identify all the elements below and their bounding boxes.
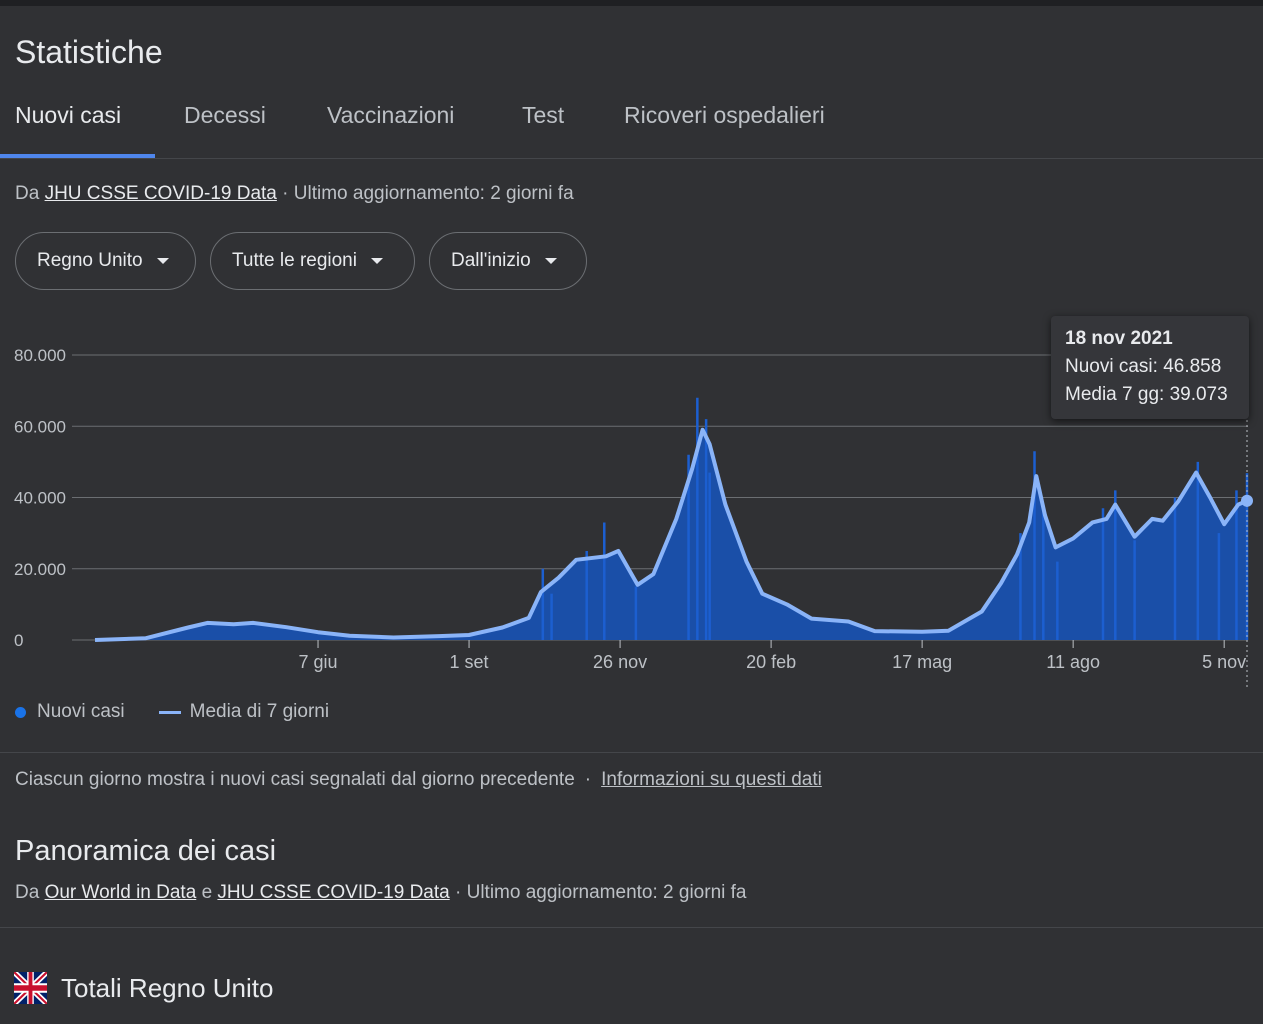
x-tick-label: 5 nov xyxy=(1202,652,1246,672)
x-tick-label: 11 ago xyxy=(1046,652,1100,672)
tab-ricoveri[interactable]: Ricoveri ospedalieri xyxy=(624,102,825,129)
chart-tooltip: 18 nov 2021 Nuovi casi: 46.858 Media 7 g… xyxy=(1051,316,1249,419)
totals-header[interactable]: Totali Regno Unito xyxy=(14,972,273,1004)
note-separator: · xyxy=(584,769,592,790)
dropdown-arrow-icon xyxy=(156,258,169,264)
legend-cases: Nuovi casi xyxy=(37,701,125,722)
uk-flag-icon xyxy=(14,972,47,1004)
jhu-link[interactable]: JHU CSSE COVID-19 Data xyxy=(217,882,449,903)
tab-decessi[interactable]: Decessi xyxy=(184,102,266,129)
source-prefix: Da xyxy=(15,183,40,204)
overview-title: Panoramica dei casi xyxy=(15,835,277,867)
totals-label: Totali Regno Unito xyxy=(61,972,274,1003)
divider xyxy=(0,927,1263,928)
x-tick-label: 17 mag xyxy=(892,652,952,672)
dropdown-arrow-icon xyxy=(544,258,557,264)
legend-avg: Media di 7 giorni xyxy=(189,701,330,722)
period-dropdown-label: Dall'inizio xyxy=(451,250,531,271)
overview-source-prefix: Da xyxy=(15,882,40,903)
dropdown-arrow-icon xyxy=(370,258,383,264)
overview-conjunction: e xyxy=(201,882,213,903)
source-link[interactable]: JHU CSSE COVID-19 Data xyxy=(45,183,277,204)
y-tick-label: 20.000 xyxy=(14,560,66,579)
page-title: Statistiche xyxy=(15,34,163,70)
country-dropdown-label: Regno Unito xyxy=(37,250,143,271)
x-tick-label: 20 feb xyxy=(746,652,796,672)
active-tab-indicator xyxy=(0,154,155,158)
chart-note: Ciascun giorno mostra i nuovi casi segna… xyxy=(15,769,822,791)
source-updated: · Ultimo aggiornamento: 2 giorni fa xyxy=(282,183,574,204)
cases-legend-dot-icon xyxy=(15,706,26,718)
tab-vaccinazioni[interactable]: Vaccinazioni xyxy=(327,102,454,129)
tab-test[interactable]: Test xyxy=(522,102,564,129)
tooltip-date: 18 nov 2021 xyxy=(1065,328,1173,349)
top-bar xyxy=(0,0,1263,6)
overview-source: Da Our World in Data e JHU CSSE COVID-19… xyxy=(15,882,746,904)
tab-bar: Nuovi casi Decessi Vaccinazioni Test Ric… xyxy=(0,95,1263,159)
x-tick-label: 26 nov xyxy=(593,652,647,672)
data-source: Da JHU CSSE COVID-19 Data · Ultimo aggio… xyxy=(15,183,574,205)
x-tick-label: 7 giu xyxy=(299,652,338,672)
overview-updated: · Ultimo aggiornamento: 2 giorni fa xyxy=(455,882,747,903)
region-dropdown[interactable]: Tutte le regioni xyxy=(210,232,415,290)
data-info-link[interactable]: Informazioni su questi dati xyxy=(601,769,822,790)
chart-legend: Nuovi casi Media di 7 giorni xyxy=(15,701,329,723)
y-tick-label: 80.000 xyxy=(14,346,66,365)
avg-legend-line-icon xyxy=(158,710,181,714)
tooltip-avg: Media 7 gg: 39.073 xyxy=(1065,384,1228,405)
country-dropdown[interactable]: Regno Unito xyxy=(15,232,196,290)
y-tick-label: 40.000 xyxy=(14,489,66,508)
owid-link[interactable]: Our World in Data xyxy=(45,882,197,903)
y-tick-label: 0 xyxy=(14,631,23,650)
tab-nuovi-casi[interactable]: Nuovi casi xyxy=(15,102,121,129)
hover-point xyxy=(1241,494,1253,507)
region-dropdown-label: Tutte le regioni xyxy=(232,250,357,271)
tooltip-cases: Nuovi casi: 46.858 xyxy=(1065,356,1222,377)
note-text: Ciascun giorno mostra i nuovi casi segna… xyxy=(15,769,575,790)
x-tick-label: 1 set xyxy=(450,652,489,672)
period-dropdown[interactable]: Dall'inizio xyxy=(429,232,587,290)
y-tick-label: 60.000 xyxy=(14,417,66,436)
divider xyxy=(0,752,1263,753)
